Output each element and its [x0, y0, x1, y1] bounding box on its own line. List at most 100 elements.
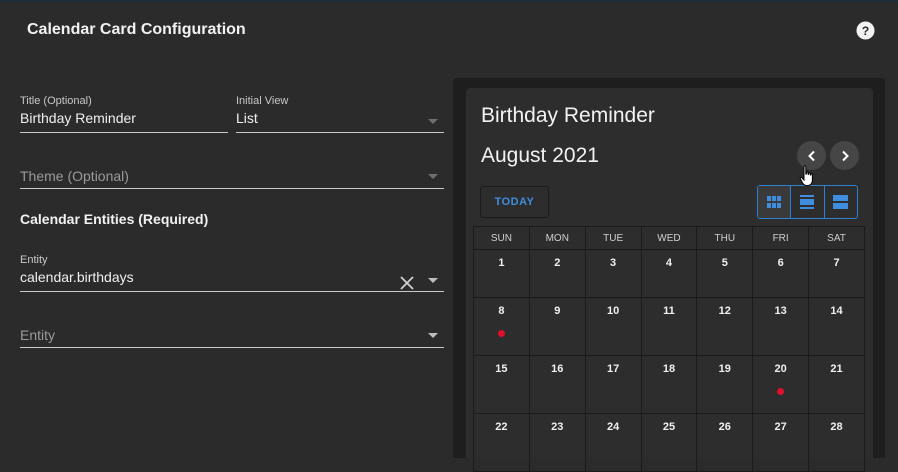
day-number: 10 [606, 305, 620, 317]
next-month-button[interactable] [830, 141, 859, 170]
day-view-icon [833, 195, 849, 209]
day-number: 23 [551, 421, 564, 433]
week-view-icon [800, 195, 815, 209]
title-field-underline [20, 132, 228, 133]
day-cell[interactable]: 21 [808, 355, 865, 414]
theme-underline [20, 188, 444, 189]
weekday-header: SAT [808, 226, 865, 250]
day-cell[interactable]: 4 [640, 249, 698, 298]
day-cell[interactable]: 19 [696, 355, 754, 414]
day-number: 14 [830, 305, 843, 317]
chevron-right-icon [841, 150, 849, 161]
entity-field-2[interactable]: Entity [20, 327, 444, 348]
chevron-down-icon[interactable] [428, 278, 438, 283]
week-row: 15 16 17 18 19 20 21 [473, 355, 865, 414]
day-cell[interactable]: 18 [640, 355, 698, 414]
help-icon[interactable]: ? [856, 21, 875, 40]
initial-view-underline [236, 132, 444, 133]
day-cell[interactable]: 14 [808, 297, 865, 356]
weekday-header: WED [640, 226, 698, 250]
day-number: 21 [830, 363, 843, 375]
chevron-down-icon[interactable] [428, 333, 438, 338]
day-cell[interactable]: 3 [584, 249, 642, 298]
day-number: 1 [498, 257, 505, 269]
day-cell[interactable]: 6 [752, 249, 810, 298]
hand-cursor-icon [799, 165, 813, 186]
day-number: 3 [610, 257, 617, 269]
day-number: 25 [662, 421, 676, 433]
entity-1-value: calendar.birthdays [20, 269, 134, 285]
day-number: 17 [606, 363, 620, 375]
entity-2-underline [20, 347, 444, 348]
day-number: 6 [777, 257, 784, 269]
week-row: 8 9 10 11 12 13 14 [473, 297, 865, 356]
week-view-button[interactable] [790, 186, 823, 218]
initial-view-select[interactable]: Initial View List [236, 95, 444, 133]
day-number: 26 [718, 421, 731, 433]
day-number: 27 [774, 421, 787, 433]
grid-icon [767, 196, 782, 208]
day-cell[interactable]: 24 [584, 413, 642, 472]
day-cell[interactable]: 20 [752, 355, 810, 414]
day-cell[interactable]: 26 [696, 413, 754, 472]
entity-field-1[interactable]: Entity calendar.birthdays [20, 254, 444, 292]
theme-select[interactable]: Theme (Optional) [20, 168, 444, 189]
day-number: 9 [554, 305, 561, 317]
today-button[interactable]: TODAY [480, 186, 549, 218]
day-cell[interactable]: 11 [640, 297, 698, 356]
day-number: 20 [774, 363, 787, 375]
week-row: 22 23 24 25 26 27 28 [473, 413, 865, 472]
day-number: 19 [718, 363, 731, 375]
svg-text:?: ? [862, 24, 870, 38]
entity-1-label: Entity [20, 254, 48, 266]
day-number: 13 [774, 305, 787, 317]
day-cell[interactable]: 1 [473, 249, 530, 298]
day-number: 22 [495, 421, 508, 433]
entity-2-placeholder: Entity [20, 327, 56, 343]
initial-view-value: List [236, 110, 258, 126]
entity-1-underline [20, 291, 444, 292]
day-cell[interactable]: 2 [528, 249, 586, 298]
weekday-header: MON [528, 226, 586, 250]
card-title: Birthday Reminder [481, 104, 655, 127]
chevron-left-icon [807, 150, 815, 161]
day-cell[interactable]: 25 [640, 413, 698, 472]
day-number: 2 [554, 257, 561, 269]
event-dot[interactable] [777, 388, 785, 395]
day-cell[interactable]: 27 [752, 413, 810, 472]
view-toggle-group [757, 185, 858, 219]
day-number: 18 [662, 363, 676, 375]
day-cell[interactable]: 23 [528, 413, 586, 472]
day-cell[interactable]: 9 [528, 297, 586, 356]
day-cell[interactable]: 16 [528, 355, 586, 414]
day-cell[interactable]: 17 [584, 355, 642, 414]
day-cell[interactable]: 13 [752, 297, 810, 356]
weekday-header: TUE [584, 226, 642, 250]
month-view-button[interactable] [758, 186, 791, 218]
initial-view-label: Initial View [236, 95, 289, 107]
day-cell[interactable]: 10 [584, 297, 642, 356]
week-row: 1 2 3 4 5 6 7 [473, 249, 865, 298]
day-cell[interactable]: 5 [696, 249, 754, 298]
day-number: 12 [718, 305, 731, 317]
day-number: 7 [833, 257, 840, 269]
day-view-button[interactable] [823, 186, 857, 218]
day-cell[interactable]: 22 [473, 413, 530, 472]
title-field-value: Birthday Reminder [20, 110, 136, 126]
day-number: 11 [663, 305, 675, 317]
day-cell[interactable]: 28 [808, 413, 865, 472]
weekday-header-row: SUN MON TUE WED THU FRI SAT [473, 226, 865, 250]
weekday-header: SUN [473, 226, 530, 250]
day-cell[interactable]: 8 [473, 297, 530, 356]
title-field[interactable]: Title (Optional) Birthday Reminder [20, 95, 228, 133]
weekday-header: THU [696, 226, 754, 250]
chevron-down-icon [428, 119, 438, 124]
day-number: 5 [721, 257, 728, 269]
day-cell[interactable]: 7 [808, 249, 865, 298]
event-dot[interactable] [497, 330, 505, 337]
day-cell[interactable]: 15 [473, 355, 530, 414]
day-cell[interactable]: 12 [696, 297, 754, 356]
clear-icon[interactable] [400, 276, 414, 290]
day-number: 8 [498, 305, 505, 317]
theme-placeholder: Theme (Optional) [20, 168, 129, 184]
